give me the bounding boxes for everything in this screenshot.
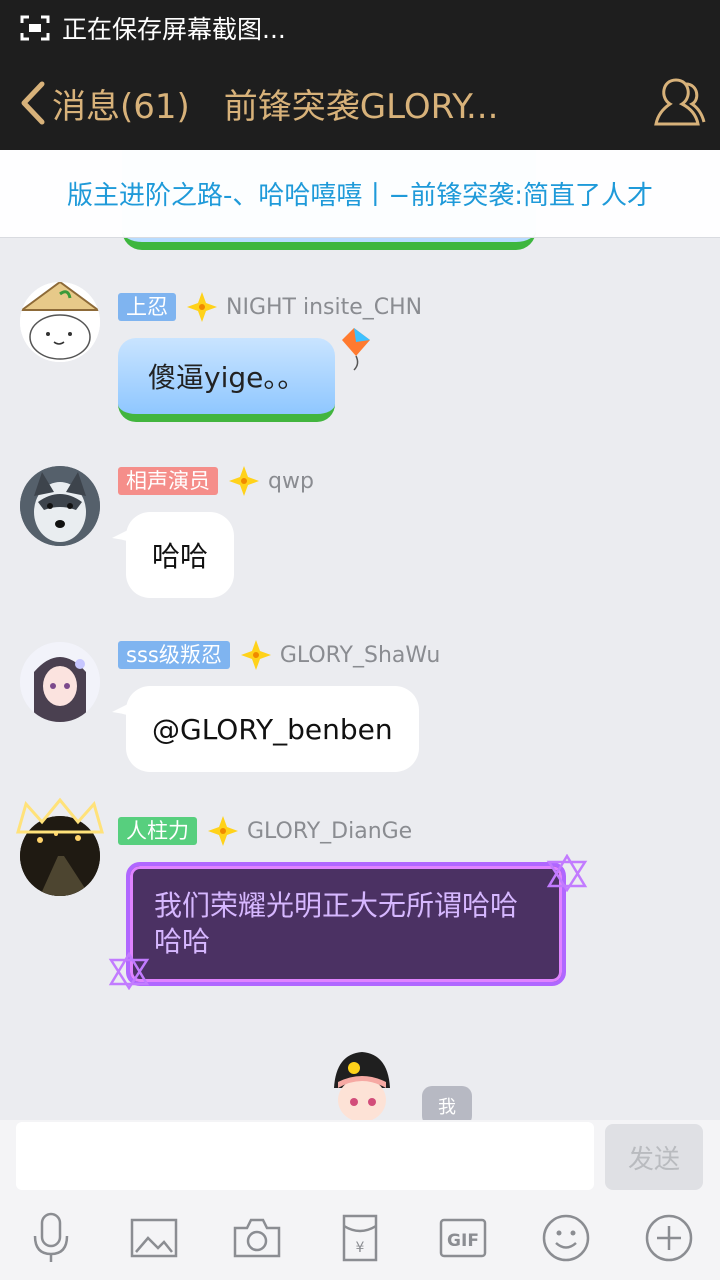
message-bubble[interactable]: 哈哈 xyxy=(112,512,235,598)
currency-label: ¥ xyxy=(356,1240,365,1256)
announcement-bar[interactable]: 版主进阶之路-、哈哈嘻嘻丨−前锋突袭:简直了人才 xyxy=(0,150,720,238)
chat-area[interactable]: 上忍 NIGHT insite_CHN 傻逼yige。。 相声演员 qwp 哈哈… xyxy=(0,150,720,1120)
kite-icon xyxy=(342,328,370,371)
username[interactable]: GLORY_ShaWu xyxy=(280,643,440,668)
username[interactable]: GLORY_DianGe xyxy=(247,819,412,844)
cartoon-avatar-icon xyxy=(20,282,100,362)
message-text: 哈哈 xyxy=(152,540,209,573)
page-title: 前锋突袭GLORY... xyxy=(223,86,499,127)
gif-label: GIF xyxy=(447,1231,479,1251)
message-bubble[interactable]: 傻逼yige。。 xyxy=(118,338,336,422)
more-button[interactable] xyxy=(641,1210,697,1266)
message-text: 傻逼yige。。 xyxy=(148,361,306,394)
input-bar: 发送 ¥ GIF xyxy=(0,1120,720,1280)
chevron-left-icon xyxy=(21,81,45,125)
group-members-icon[interactable] xyxy=(650,74,708,132)
plus-icon xyxy=(645,1214,693,1262)
title-badge: 相声演员 xyxy=(118,467,218,495)
send-button[interactable]: 发送 xyxy=(605,1124,703,1190)
gif-button[interactable]: GIF xyxy=(435,1210,491,1266)
username[interactable]: NIGHT insite_CHN xyxy=(226,295,422,320)
crown-icon xyxy=(16,797,104,834)
emoji-button[interactable] xyxy=(538,1210,594,1266)
message-item: 相声演员 qwp 哈哈 xyxy=(0,466,720,616)
announcement-text: 版主进阶之路-、哈哈嘻嘻丨−前锋突袭:简直了人才 xyxy=(67,181,653,211)
message-item: 上忍 NIGHT insite_CHN 傻逼yige。。 xyxy=(0,278,720,438)
hexagram-icon xyxy=(108,952,150,990)
red-packet-button[interactable]: ¥ xyxy=(332,1210,388,1266)
toolbar: ¥ GIF xyxy=(0,1210,720,1270)
message-input[interactable] xyxy=(16,1122,594,1190)
voice-button[interactable] xyxy=(23,1210,79,1266)
title-badge: 上忍 xyxy=(118,293,176,321)
message-item: sss级叛忍 GLORY_ShaWu @GLORY_benben xyxy=(0,640,720,790)
screenshot-icon xyxy=(20,15,50,41)
username[interactable]: qwp xyxy=(268,469,314,494)
shuriken-icon xyxy=(240,640,271,670)
message-meta: 上忍 NIGHT insite_CHN xyxy=(118,292,422,322)
message-meta: 人柱力 GLORY_DianGe xyxy=(118,816,412,846)
avatar[interactable] xyxy=(20,642,100,722)
gif-icon: GIF xyxy=(439,1218,487,1258)
avatar[interactable] xyxy=(20,466,100,546)
message-bubble[interactable]: @GLORY_benben xyxy=(112,686,419,772)
shuriken-icon xyxy=(229,466,259,496)
girl-sticker-icon xyxy=(334,1052,390,1122)
back-label: 消息(61) xyxy=(52,86,190,127)
title-badge: sss级叛忍 xyxy=(118,641,230,669)
camera-icon xyxy=(233,1218,281,1258)
hexagram-icon xyxy=(546,854,588,892)
anime-girl-avatar-icon xyxy=(20,642,100,722)
message-bubble[interactable]: 我们荣耀光明正大无所谓哈哈哈哈 xyxy=(126,862,566,986)
husky-avatar-icon xyxy=(20,466,100,546)
message-text: @GLORY_benben xyxy=(152,712,393,746)
red-packet-icon: ¥ xyxy=(342,1214,378,1262)
bubble-tail xyxy=(112,524,140,546)
shuriken-icon xyxy=(187,292,217,322)
shuriken-icon xyxy=(208,816,238,846)
title-badge: 人柱力 xyxy=(118,817,197,845)
image-button[interactable] xyxy=(126,1210,182,1266)
message-text: 我们荣耀光明正大无所谓哈哈哈哈 xyxy=(154,889,519,958)
back-button[interactable]: 消息(61) xyxy=(18,56,190,150)
status-bar: 正在保存屏幕截图... xyxy=(0,0,720,56)
camera-button[interactable] xyxy=(229,1210,285,1266)
microphone-icon xyxy=(33,1212,69,1262)
message-meta: 相声演员 qwp xyxy=(118,466,314,496)
message-meta: sss级叛忍 GLORY_ShaWu xyxy=(118,640,440,670)
emoji-icon xyxy=(542,1214,590,1262)
bubble-tail xyxy=(112,698,140,720)
message-item: 人柱力 GLORY_DianGe 我们荣耀光明正大无所谓哈哈哈哈 xyxy=(0,796,720,996)
image-icon xyxy=(130,1218,178,1258)
status-text: 正在保存屏幕截图... xyxy=(62,15,286,44)
avatar[interactable] xyxy=(20,282,100,362)
title-bar: 消息(61) 前锋突袭GLORY... xyxy=(0,56,720,150)
